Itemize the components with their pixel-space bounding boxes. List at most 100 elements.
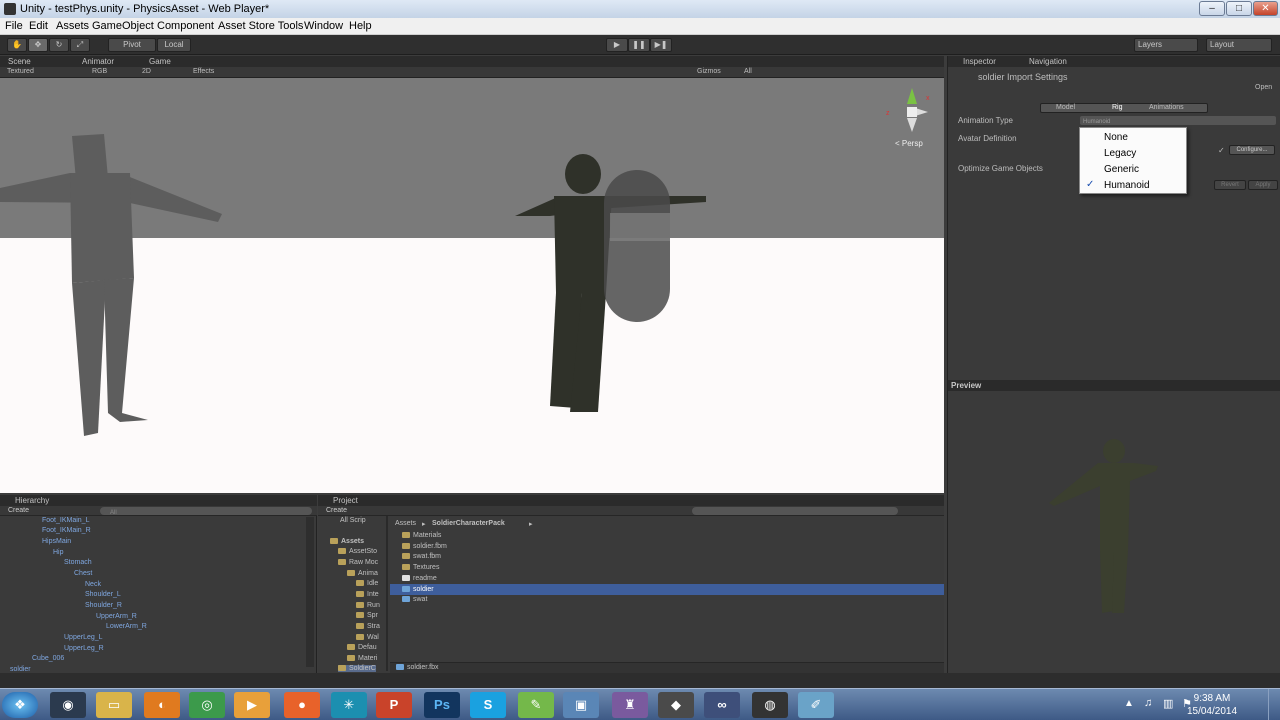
play-icon[interactable]: ▶ (606, 38, 628, 52)
tab-animator[interactable]: Animator (82, 57, 114, 66)
scene-search-input[interactable]: All (744, 68, 752, 75)
file-item[interactable]: readme (402, 575, 437, 582)
apply-button[interactable]: Apply (1248, 180, 1278, 190)
option-generic[interactable]: Generic (1104, 164, 1139, 175)
file-item[interactable]: swat (402, 596, 427, 603)
tab-model[interactable]: Model (1056, 104, 1075, 111)
show-desktop-button[interactable] (1268, 689, 1280, 720)
tree-item[interactable]: AssetSto (338, 548, 377, 555)
project-splitter[interactable] (386, 516, 388, 671)
menu-asset-store-tools[interactable]: Asset Store Tools (218, 20, 303, 32)
minimize-button[interactable]: – (1199, 1, 1225, 16)
tree-item[interactable]: Anima (347, 570, 378, 577)
media-player-icon[interactable]: ▶ (234, 692, 270, 718)
2d-toggle[interactable]: 2D (142, 68, 151, 75)
close-button[interactable]: ✕ (1253, 1, 1278, 16)
option-none[interactable]: None (1104, 132, 1128, 143)
file-item[interactable]: soldier.fbm (402, 543, 447, 550)
tree-item[interactable]: Raw Moc (338, 559, 378, 566)
breadcrumb-soldiercharacterpack[interactable]: SoldierCharacterPack (432, 520, 505, 527)
hierarchy-item[interactable]: UpperLeg_R (64, 645, 104, 652)
tree-item[interactable]: Materi (347, 655, 377, 662)
hierarchy-item[interactable]: Chest (74, 570, 92, 577)
option-legacy[interactable]: Legacy (1104, 148, 1136, 159)
menu-component[interactable]: Component (157, 20, 214, 32)
file-item[interactable]: Materials (402, 532, 441, 539)
preview-model[interactable] (948, 391, 1280, 673)
layout-dropdown[interactable]: Layout (1206, 38, 1272, 52)
remote-desktop-icon[interactable]: ▣ (563, 692, 599, 718)
skype-icon[interactable]: S (470, 692, 506, 718)
tab-game[interactable]: Game (149, 57, 171, 66)
hierarchy-create-button[interactable]: Create (8, 507, 29, 514)
tray-expand-icon[interactable]: ▲ (1124, 698, 1134, 709)
hierarchy-search-input[interactable]: All (100, 507, 312, 516)
move-tool-icon[interactable]: ✥ (28, 38, 48, 52)
hierarchy-item[interactable]: Foot_IKMain_R (42, 527, 91, 534)
layers-dropdown[interactable]: Layers (1134, 38, 1198, 52)
shading-mode-dropdown[interactable]: Textured (7, 68, 34, 75)
animation-type-dropdown[interactable]: Humanoid (1080, 116, 1276, 125)
tree-item[interactable]: All Scrip (340, 517, 366, 524)
notepad-icon[interactable]: ✐ (798, 692, 834, 718)
scale-tool-icon[interactable]: ⤢ (70, 38, 90, 52)
effects-dropdown[interactable]: Effects (193, 68, 214, 75)
tree-item[interactable]: Idle (356, 580, 378, 587)
hierarchy-item[interactable]: Cube_006 (32, 655, 64, 662)
hierarchy-title[interactable]: Hierarchy (15, 496, 49, 505)
game-app-icon[interactable]: ♜ (612, 692, 648, 718)
menu-window[interactable]: Window (304, 20, 343, 32)
tree-item[interactable]: Assets (330, 538, 364, 545)
step-icon[interactable]: ▶❚ (650, 38, 672, 52)
file-item[interactable]: Textures (402, 564, 439, 571)
explorer-folder-icon[interactable]: ▭ (96, 692, 132, 718)
project-create-button[interactable]: Create (326, 507, 347, 514)
hand-tool-icon[interactable]: ✋ (7, 38, 27, 52)
tree-item[interactable]: Inte (356, 591, 379, 598)
open-button[interactable]: Open (1255, 84, 1272, 91)
origin-icon[interactable]: ● (284, 692, 320, 718)
network-icon[interactable]: ▥ (1163, 697, 1173, 710)
tree-item[interactable]: Wal (356, 634, 379, 641)
file-item[interactable]: swat.fbm (402, 553, 441, 560)
revert-button[interactable]: Revert (1214, 180, 1246, 190)
hierarchy-item[interactable]: LowerArm_R (106, 623, 147, 630)
project-search-input[interactable] (692, 507, 898, 515)
visual-studio-icon[interactable]: ∞ (704, 692, 740, 718)
steam-icon[interactable]: ◉ (50, 692, 86, 718)
breadcrumb-assets[interactable]: Assets (395, 520, 416, 527)
hierarchy-item[interactable]: Hip (53, 549, 64, 556)
pause-icon[interactable]: ❚❚ (628, 38, 650, 52)
photoshop-icon[interactable]: Ps (424, 692, 460, 718)
option-humanoid[interactable]: Humanoid (1104, 180, 1150, 191)
rgb-dropdown[interactable]: RGB (92, 68, 107, 75)
tab-inspector[interactable]: Inspector (963, 57, 996, 66)
start-button-icon[interactable]: ❖ (2, 692, 38, 718)
hierarchy-item[interactable]: Neck (85, 581, 101, 588)
rotate-tool-icon[interactable]: ↻ (49, 38, 69, 52)
hierarchy-item[interactable]: UpperLeg_L (64, 634, 103, 641)
maximize-button[interactable]: □ (1226, 1, 1252, 16)
firefox-icon[interactable]: ◐ (144, 692, 180, 718)
tree-item[interactable]: Defau (347, 644, 377, 651)
hierarchy-item[interactable]: UpperArm_R (96, 613, 137, 620)
menu-help[interactable]: Help (349, 20, 372, 32)
powerpoint-icon[interactable]: P (376, 692, 412, 718)
obs-icon[interactable]: ◍ (752, 692, 788, 718)
unity-icon[interactable]: ◆ (658, 692, 694, 718)
tree-item[interactable]: Run (356, 602, 380, 609)
network-app-icon[interactable]: ✳ (331, 692, 367, 718)
file-item-selected[interactable]: soldier (402, 586, 434, 593)
tab-animations[interactable]: Animations (1149, 104, 1184, 111)
hierarchy-item[interactable]: Stomach (64, 559, 92, 566)
tab-rig[interactable]: Rig (1112, 104, 1123, 111)
tab-scene[interactable]: Scene (8, 57, 31, 66)
project-title[interactable]: Project (333, 496, 358, 505)
tree-item[interactable]: Spr (356, 612, 378, 619)
pivot-toggle[interactable]: Pivot (108, 38, 156, 52)
tab-navigation[interactable]: Navigation (1029, 57, 1067, 66)
system-clock[interactable]: 9:38 AM 15/04/2014 (1182, 692, 1242, 718)
tree-item[interactable]: Stra (356, 623, 380, 630)
hierarchy-item[interactable]: Shoulder_R (85, 602, 122, 609)
tree-item[interactable]: SoldierC (338, 665, 376, 672)
